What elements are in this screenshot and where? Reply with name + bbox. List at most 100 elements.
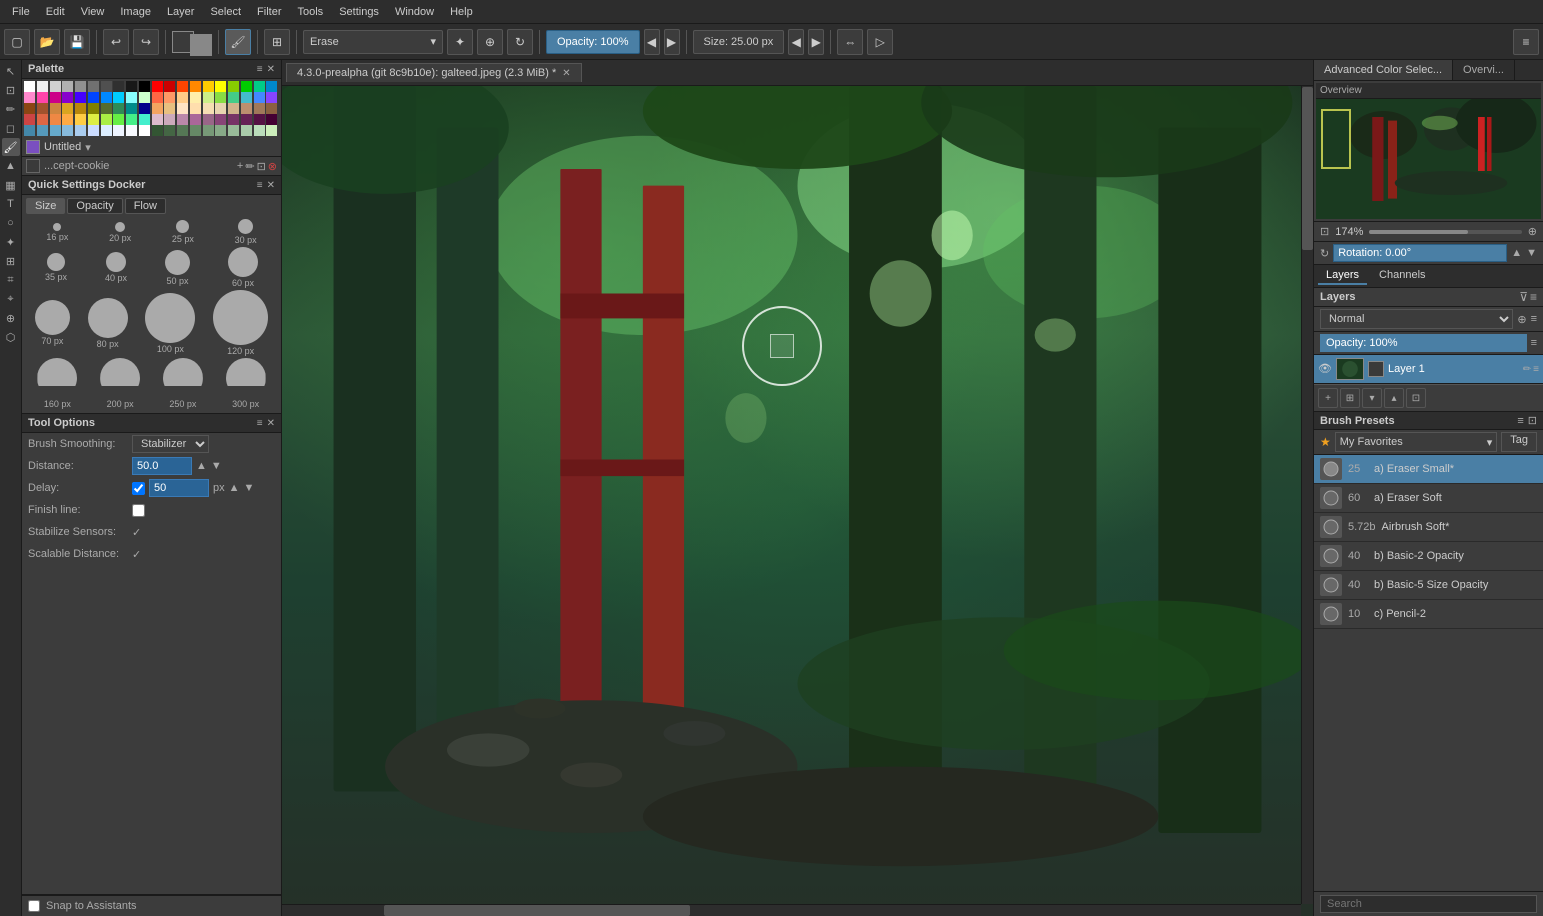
brush-list-item[interactable]: 40b) Basic-2 Opacity (1314, 542, 1543, 571)
palette-color-cell[interactable] (24, 81, 35, 92)
palette-color-cell[interactable] (37, 81, 48, 92)
brush-list-item[interactable]: 40b) Basic-5 Size Opacity (1314, 571, 1543, 600)
palette-color-cell[interactable] (254, 81, 265, 92)
tool-smart-patch[interactable]: ⬡ (2, 328, 20, 346)
favorites-dropdown[interactable]: My Favorites ▾ (1335, 432, 1497, 452)
brush-list-item[interactable]: 60a) Eraser Soft (1314, 484, 1543, 513)
palette-color-cell[interactable] (88, 92, 99, 103)
palette-color-cell[interactable] (203, 92, 214, 103)
palette-color-cell[interactable] (266, 103, 277, 114)
palette-color-cell[interactable] (241, 81, 252, 92)
add-layer-btn[interactable]: + (1318, 388, 1338, 408)
palette-color-cell[interactable] (139, 114, 150, 125)
brush-search-input[interactable] (1320, 895, 1537, 913)
size-button[interactable]: Size: 25.00 px (693, 30, 785, 54)
layer-down-btn[interactable]: ▾ (1362, 388, 1382, 408)
palette-color-cell[interactable] (50, 125, 61, 136)
palette-color-cell[interactable] (126, 125, 137, 136)
palette-color-cell[interactable] (126, 114, 137, 125)
palette-color-cell[interactable] (113, 92, 124, 103)
palette-color-cell[interactable] (101, 103, 112, 114)
brush-size-160[interactable]: 160 px (37, 358, 77, 409)
menu-filter[interactable]: Filter (249, 4, 289, 20)
palette-color-cell[interactable] (113, 125, 124, 136)
zoom-max-icon[interactable]: ⊕ (1528, 225, 1537, 238)
tool-paths[interactable]: ✦ (2, 233, 20, 251)
brush-copy-icon[interactable]: ⊡ (257, 160, 266, 173)
canvas-tab-main[interactable]: 4.3.0-prealpha (git 8c9b10e): galteed.jp… (286, 63, 582, 82)
qs-tab-opacity[interactable]: Opacity (67, 198, 122, 214)
palette-color-cell[interactable] (101, 92, 112, 103)
tool-paint[interactable]: 🖌 (2, 138, 20, 156)
palette-color-cell[interactable] (75, 114, 86, 125)
menu-settings[interactable]: Settings (331, 4, 387, 20)
palette-color-cell[interactable] (254, 125, 265, 136)
palette-color-cell[interactable] (177, 125, 188, 136)
palette-color-cell[interactable] (75, 92, 86, 103)
palette-color-cell[interactable] (203, 81, 214, 92)
layer-duplicate-btn[interactable]: ⊡ (1406, 388, 1426, 408)
tool-fill[interactable]: ▲ (2, 157, 20, 175)
menu-tools[interactable]: Tools (290, 4, 332, 20)
brush-size-70[interactable]: 70 px (35, 300, 70, 346)
palette-color-cell[interactable] (88, 125, 99, 136)
brush-size-35[interactable]: 35 px (45, 253, 67, 282)
palette-color-cell[interactable] (190, 125, 201, 136)
brush-size-80[interactable]: 80 px (88, 298, 128, 349)
palette-color-cell[interactable] (50, 92, 61, 103)
palette-color-cell[interactable] (88, 81, 99, 92)
palette-color-cell[interactable] (164, 125, 175, 136)
palette-color-cell[interactable] (37, 125, 48, 136)
tab-layers[interactable]: Layers (1318, 267, 1367, 285)
palette-color-cell[interactable] (241, 125, 252, 136)
palette-color-cell[interactable] (266, 81, 277, 92)
palette-color-cell[interactable] (203, 125, 214, 136)
brush-option-1[interactable]: ✦ (447, 29, 473, 55)
tool-contiguous[interactable]: ⊡ (2, 81, 20, 99)
palette-color-cell[interactable] (24, 125, 35, 136)
opacity-extra-icon[interactable]: ≡ (1531, 337, 1537, 349)
palette-color-cell[interactable] (190, 114, 201, 125)
palette-color-cell[interactable] (139, 125, 150, 136)
brush-delete-icon[interactable]: ⊗ (268, 160, 277, 173)
layer-visibility-icon[interactable]: 👁 (1318, 362, 1332, 376)
palette-color-cell[interactable] (164, 92, 175, 103)
palette-color-cell[interactable] (50, 103, 61, 114)
brush-name-dropdown[interactable]: Erase ▾ (303, 30, 443, 54)
palette-color-cell[interactable] (190, 92, 201, 103)
qs-tab-size[interactable]: Size (26, 198, 65, 214)
layer-more-icon[interactable]: ≡ (1533, 364, 1539, 375)
tool-shapes[interactable]: ○ (2, 214, 20, 232)
brush-presets-menu-icon[interactable]: ≡ (1517, 415, 1523, 427)
tag-button[interactable]: Tag (1501, 432, 1537, 452)
palette-color-cell[interactable] (228, 125, 239, 136)
palette-color-cell[interactable] (215, 81, 226, 92)
new-doc-btn[interactable]: ▢ (4, 29, 30, 55)
finish-line-checkbox[interactable] (132, 504, 145, 517)
palette-color-cell[interactable] (37, 103, 48, 114)
layer-color-swatch[interactable] (26, 140, 40, 154)
palette-color-cell[interactable] (24, 92, 35, 103)
palette-color-cell[interactable] (126, 103, 137, 114)
brush-size-60[interactable]: 60 px (228, 247, 258, 288)
palette-color-cell[interactable] (177, 114, 188, 125)
palette-color-cell[interactable] (164, 114, 175, 125)
menu-help[interactable]: Help (442, 4, 481, 20)
tool-shape-select[interactable]: ◻ (2, 119, 20, 137)
palette-color-cell[interactable] (62, 92, 73, 103)
palette-header[interactable]: Palette ≡ ✕ (22, 60, 281, 79)
palette-color-cell[interactable] (254, 114, 265, 125)
extra-settings-btn[interactable]: ≡ (1513, 29, 1539, 55)
blend-mode-select[interactable]: Normal Multiply Screen Overlay (1320, 309, 1513, 329)
menu-select[interactable]: Select (202, 4, 249, 20)
tool-gradient[interactable]: ▦ (2, 176, 20, 194)
delay-input[interactable] (149, 479, 209, 497)
brush-add-icon[interactable]: + (237, 160, 243, 173)
tab-channels[interactable]: Channels (1371, 267, 1433, 285)
distance-spindown[interactable]: ▼ (211, 460, 222, 472)
brush-size-100[interactable]: 100 px (145, 293, 195, 354)
palette-color-cell[interactable] (101, 125, 112, 136)
qs-menu-icon[interactable]: ≡ (257, 180, 263, 191)
add-group-btn[interactable]: ⊞ (1340, 388, 1360, 408)
palette-color-cell[interactable] (75, 81, 86, 92)
